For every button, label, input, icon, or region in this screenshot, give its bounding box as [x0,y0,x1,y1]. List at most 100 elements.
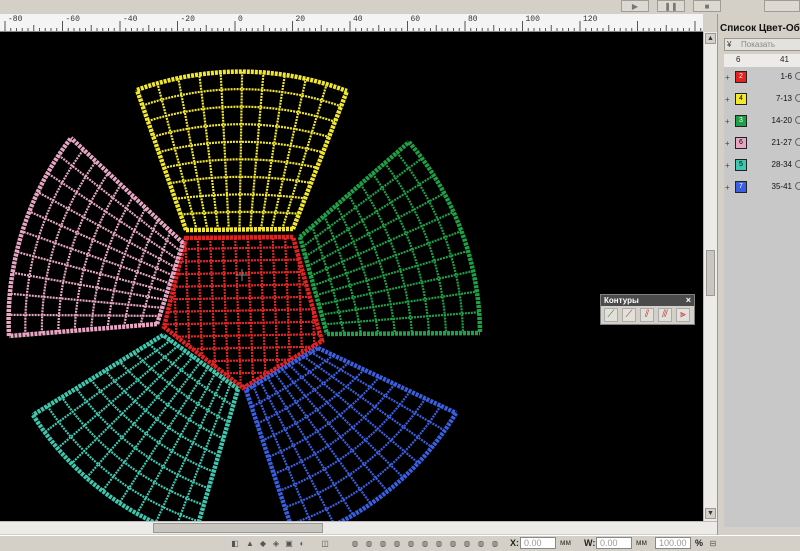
design-canvas[interactable] [0,32,703,521]
tool-icon[interactable]: ◍ [462,539,472,548]
list-item[interactable]: + 6 21-27 [724,133,800,155]
visibility-icon[interactable] [795,160,800,168]
tool-icon[interactable]: ◍ [364,539,374,548]
expand-icon[interactable]: + [725,95,730,104]
tool-icon[interactable]: ◍ [350,539,360,548]
visibility-icon[interactable] [795,94,800,102]
color-object-panel: Список Цвет-Объект ¥ Показать 6 41 + 2 1… [717,14,800,535]
contour-tool-icon[interactable]: ⫸ [676,308,690,322]
list-item[interactable]: + 4 7-13 [724,89,800,111]
color-list: + 2 1-6 + 4 7-13 + 3 14-20 + 6 21-27 + 5… [724,67,800,527]
w-label: W: [584,538,596,548]
lock-icon[interactable]: ⊟ [708,539,718,548]
visibility-icon[interactable] [795,72,800,80]
expand-icon[interactable]: + [725,161,730,170]
palette-title: Контуры [604,296,639,305]
play-icon[interactable]: ▶ [621,0,649,12]
tool-icon[interactable]: ▲ [245,539,255,548]
visibility-icon[interactable] [795,182,800,190]
tool-icon[interactable]: ◍ [490,539,500,548]
expand-icon[interactable]: + [725,139,730,148]
object-range: 14-20 [771,116,792,125]
ruler-label: 80 [468,15,478,24]
tool-icon[interactable]: ◐ [297,539,307,548]
yellow-segment[interactable] [134,69,350,233]
contour-tool-icon[interactable]: ⫻ [658,308,672,322]
panel-header-count: 6 [736,55,741,64]
horizontal-scrollbar[interactable] [0,521,717,534]
w-unit: мм [636,538,647,547]
tool-icon[interactable]: ◫ [320,539,330,548]
color-swatch: 6 [735,137,747,149]
vertical-scrollbar[interactable]: ▲ ▼ [703,32,717,521]
scale-unit: % [695,538,704,548]
tool-icon[interactable]: ◈ [271,539,281,548]
palette-titlebar[interactable]: Контуры × [601,295,694,306]
list-item[interactable]: + 3 14-20 [724,111,800,133]
status-bar: ◧ ▲ ◆ ◈ ▣ ◐ ◫ ◍ ◍ ◍ ◍ ◍ ◍ ◍ ◍ ◍ ◍ ◍ X: 0… [0,535,800,551]
panel-header: 6 41 [724,54,800,68]
tool-icon[interactable]: ▣ [284,539,294,548]
color-swatch: 7 [735,181,747,193]
tool-icon[interactable]: ◍ [420,539,430,548]
ruler-label: -40 [123,15,138,24]
stop-icon[interactable]: ■ [693,0,721,12]
close-icon[interactable]: × [686,295,691,306]
expand-icon[interactable]: + [725,73,730,82]
tool-icon[interactable]: ◍ [434,539,444,548]
tool-icon[interactable]: ◍ [378,539,388,548]
contour-tool-icon[interactable]: ⫽ [640,308,654,322]
object-range: 7-13 [775,94,792,103]
contour-tool-icon[interactable]: ⟋ [622,308,636,322]
pink-segment[interactable] [6,136,186,339]
scroll-down-arrow-icon[interactable]: ▼ [705,508,716,519]
ruler-label: -80 [8,15,23,24]
x-field[interactable]: 0.00 [520,537,556,549]
list-item[interactable]: + 2 1-6 [724,67,800,89]
ruler-labels: -80 -60 -40 -20 0 20 40 60 80 100 120 [0,14,703,31]
ruler-label: 0 [238,15,243,24]
color-swatch: 4 [735,93,747,105]
object-range: 21-27 [771,138,792,147]
tool-icon[interactable]: ◍ [406,539,416,548]
w-field[interactable]: 0.00 [596,537,632,549]
object-range: 35-41 [771,182,792,191]
tool-icon[interactable]: ◍ [476,539,486,548]
top-toolbar: ▶ ❚❚ ■ [0,0,800,14]
contours-palette[interactable]: Контуры × ⟋ ⟋ ⫽ ⫻ ⫸ [600,294,695,325]
ruler-label: -60 [65,15,80,24]
panel-title: Список Цвет-Объект [720,23,800,34]
list-item[interactable]: + 7 35-41 [724,177,800,199]
horizontal-scroll-thumb[interactable] [153,523,323,533]
tool-icon[interactable]: ◍ [448,539,458,548]
blue-segment[interactable] [243,345,458,521]
tool-icon[interactable]: ◧ [230,539,240,548]
list-item[interactable]: + 5 28-34 [724,155,800,177]
vertical-scroll-thumb[interactable] [706,250,715,296]
ruler-label: -20 [180,15,195,24]
x-unit: мм [560,538,571,547]
visibility-icon[interactable] [795,138,800,146]
panel-header-objects: 41 [780,55,789,64]
show-button[interactable]: Показать [741,39,775,50]
color-swatch: 2 [735,71,747,83]
contour-tool-icon[interactable]: ⟋ [604,308,618,322]
tool-icon[interactable]: ◍ [392,539,402,548]
ruler-label: 100 [525,15,540,24]
color-swatch: 3 [735,115,747,127]
horizontal-ruler: -80 -60 -40 -20 0 20 40 60 80 100 120 [0,14,703,32]
green-segment[interactable] [297,140,483,337]
pause-icon[interactable]: ❚❚ [657,0,685,12]
tool-icon[interactable]: ◆ [258,539,268,548]
scroll-up-arrow-icon[interactable]: ▲ [705,33,716,44]
x-label: X: [510,538,519,548]
expand-icon[interactable]: + [725,183,730,192]
expand-icon[interactable]: + [725,117,730,126]
visibility-icon[interactable] [795,116,800,124]
panel-menu-icon[interactable]: ¥ [727,40,731,49]
embroidery-design [6,69,483,521]
toolbar-button[interactable] [764,0,800,12]
ruler-label: 40 [353,15,363,24]
scale-field[interactable]: 100.00 [655,537,691,549]
object-range: 28-34 [771,160,792,169]
